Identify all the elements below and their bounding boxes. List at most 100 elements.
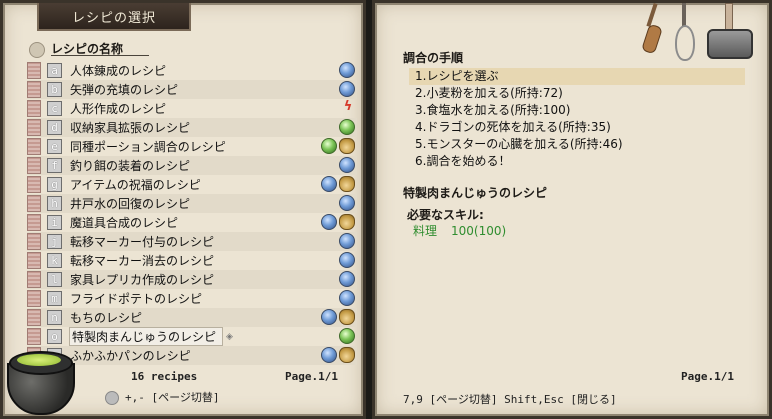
recipe-hotkey: m xyxy=(47,291,62,306)
recipe-row[interactable]: e 同種ポーション調合のレシピ xyxy=(27,137,357,156)
orb-green-icon xyxy=(321,138,337,154)
recipe-status-icons xyxy=(321,138,355,154)
money-bag-icon xyxy=(339,138,355,154)
header-knob-icon xyxy=(29,41,45,58)
recipe-status-icons xyxy=(339,81,355,97)
required-skill: 料理 100(100) xyxy=(413,222,520,239)
money-bag-icon xyxy=(339,347,355,363)
recipe-row[interactable]: ふかふかパンのレシピ xyxy=(27,346,357,365)
recipe-status-icons xyxy=(339,62,355,78)
recipe-status-icons xyxy=(339,290,355,306)
recipe-row[interactable]: k 転移マーカー消去のレシピ xyxy=(27,251,357,270)
recipe-row[interactable]: a 人体錬成のレシピ xyxy=(27,61,357,80)
recipe-name-header: レシピの名称 xyxy=(29,40,149,58)
recipe-hotkey: e xyxy=(47,139,62,154)
recipe-status-icons: ϟ xyxy=(341,100,355,114)
recipe-scroll-icon xyxy=(27,81,41,98)
recipe-name: 魔道具合成のレシピ xyxy=(70,216,179,230)
recipe-scroll-icon xyxy=(27,157,41,174)
recipe-status-icons xyxy=(339,252,355,268)
recipe-hotkey: n xyxy=(47,310,62,325)
recipe-row[interactable]: f 釣り餌の装着のレシピ xyxy=(27,156,357,175)
recipe-name: 転移マーカー消去のレシピ xyxy=(70,254,215,268)
step-item[interactable]: 6.調合を始める！ xyxy=(409,153,745,170)
recipe-hotkey: d xyxy=(47,120,62,135)
recipe-name: 矢弾の充填のレシピ xyxy=(70,83,179,97)
recipe-hotkey: c xyxy=(47,101,62,116)
orb-blue-icon xyxy=(339,195,355,211)
recipe-name: ふかふかパンのレシピ xyxy=(70,349,191,363)
recipe-status-icons xyxy=(339,119,355,135)
recipe-name: アイテムの祝福のレシピ xyxy=(70,178,201,192)
money-bag-icon xyxy=(339,214,355,230)
recipe-name: 人形作成のレシピ xyxy=(70,102,167,116)
skill-name: 料理 xyxy=(413,224,438,238)
recipe-scroll-icon xyxy=(27,252,41,269)
orb-blue-icon xyxy=(321,309,337,325)
recipe-name: 井戸水の回復のレシピ xyxy=(70,197,191,211)
recipe-name: 収納家具拡張のレシピ xyxy=(70,121,191,135)
steps-title: 調合の手順 xyxy=(403,51,464,65)
recipe-row[interactable]: c 人形作成のレシピ ϟ xyxy=(27,99,357,118)
recipe-row[interactable]: h 井戸水の回復のレシピ xyxy=(27,194,357,213)
recipe-scroll-icon xyxy=(27,271,41,288)
orb-blue-icon xyxy=(339,62,355,78)
recipe-row[interactable]: i 魔道具合成のレシピ xyxy=(27,213,357,232)
step-item[interactable]: 5.モンスターの心臓を加える(所持:46) xyxy=(409,136,745,153)
recipe-row[interactable]: m フライドポテトのレシピ xyxy=(27,289,357,308)
step-item[interactable]: 1.レシピを選ぶ xyxy=(409,68,745,85)
recipe-row[interactable]: l 家具レプリカ作成のレシピ xyxy=(27,270,357,289)
step-item[interactable]: 4.ドラゴンの死体を加える(所持:35) xyxy=(409,119,745,136)
orb-green-icon xyxy=(339,119,355,135)
recipe-list-panel: レシピの選択 レシピの名称 a 人体錬成のレシピ b 矢弾の充填のレシピ c 人形作成のレ… xyxy=(0,0,366,419)
recipe-row[interactable]: g アイテムの祝福のレシピ xyxy=(27,175,357,194)
required-skills-label: 必要なスキル: xyxy=(407,208,484,222)
money-bag-icon xyxy=(339,176,355,192)
cauldron-icon xyxy=(7,341,75,415)
recipe-scroll-icon xyxy=(27,176,41,193)
recipe-count: 16 recipes xyxy=(131,370,198,383)
orb-green-icon xyxy=(339,328,355,344)
recipe-hotkey: g xyxy=(47,177,62,192)
step-item[interactable]: 2.小麦粉を加える(所持:72) xyxy=(409,85,745,102)
recipe-hotkey: k xyxy=(47,253,62,268)
orb-blue-icon xyxy=(321,176,337,192)
recipe-scroll-icon xyxy=(27,138,41,155)
recipe-status-icons xyxy=(321,309,355,325)
left-page-indicator: Page.1/1 xyxy=(285,370,338,383)
left-help-hint: +,- [ページ切替] xyxy=(105,389,220,405)
recipe-name: フライドポテトのレシピ xyxy=(70,292,203,306)
recipe-scroll-icon xyxy=(27,290,41,307)
recipe-hotkey: j xyxy=(47,234,62,249)
recipe-row[interactable]: b 矢弾の充填のレシピ xyxy=(27,80,357,99)
recipe-row[interactable]: o 特製肉まんじゅうのレシピ ◈ xyxy=(27,327,357,346)
recipe-hotkey: i xyxy=(47,215,62,230)
steps-list: 1.レシピを選ぶ 2.小麦粉を加える(所持:72) 3.食塩水を加える(所持:100… xyxy=(409,68,745,170)
hint-icon xyxy=(105,391,119,405)
recipe-row[interactable]: j 転移マーカー付与のレシピ xyxy=(27,232,357,251)
step-item[interactable]: 3.食塩水を加える(所持:100) xyxy=(409,102,745,119)
recipe-name: 家具レプリカ作成のレシピ xyxy=(70,273,215,287)
recipe-status-icons xyxy=(321,214,355,230)
recipe-hotkey: b xyxy=(47,82,62,97)
recipe-scroll-icon xyxy=(27,309,41,326)
selected-recipe-title: 特製肉まんじゅうのレシピ xyxy=(403,186,548,200)
recipe-scroll-icon xyxy=(27,214,41,231)
recipe-status-icons xyxy=(339,271,355,287)
recipe-scroll-icon xyxy=(27,233,41,250)
recipe-list: a 人体錬成のレシピ b 矢弾の充填のレシピ c 人形作成のレシピ ϟ d 収納家具拡張のレシピ… xyxy=(27,61,357,365)
orb-blue-icon xyxy=(339,271,355,287)
window-title: レシピの選択 xyxy=(37,3,191,31)
recipe-row[interactable]: d 収納家具拡張のレシピ xyxy=(27,118,357,137)
lightning-icon: ϟ xyxy=(343,99,353,114)
recipe-detail-panel: 調合の手順 1.レシピを選ぶ 2.小麦粉を加える(所持:72) 3.食塩水を加える(… xyxy=(372,0,772,419)
right-page-indicator: Page.1/1 xyxy=(681,370,734,383)
recipe-row[interactable]: n もちのレシピ xyxy=(27,308,357,327)
whisk-icon xyxy=(673,3,695,61)
skill-value: 100(100) xyxy=(451,224,507,238)
recipe-hotkey: a xyxy=(47,63,62,78)
orb-blue-icon xyxy=(339,290,355,306)
orb-blue-icon xyxy=(321,214,337,230)
recipe-name: 同種ポーション調合のレシピ xyxy=(70,140,226,154)
selection-cursor-icon: ◈ xyxy=(226,331,233,342)
